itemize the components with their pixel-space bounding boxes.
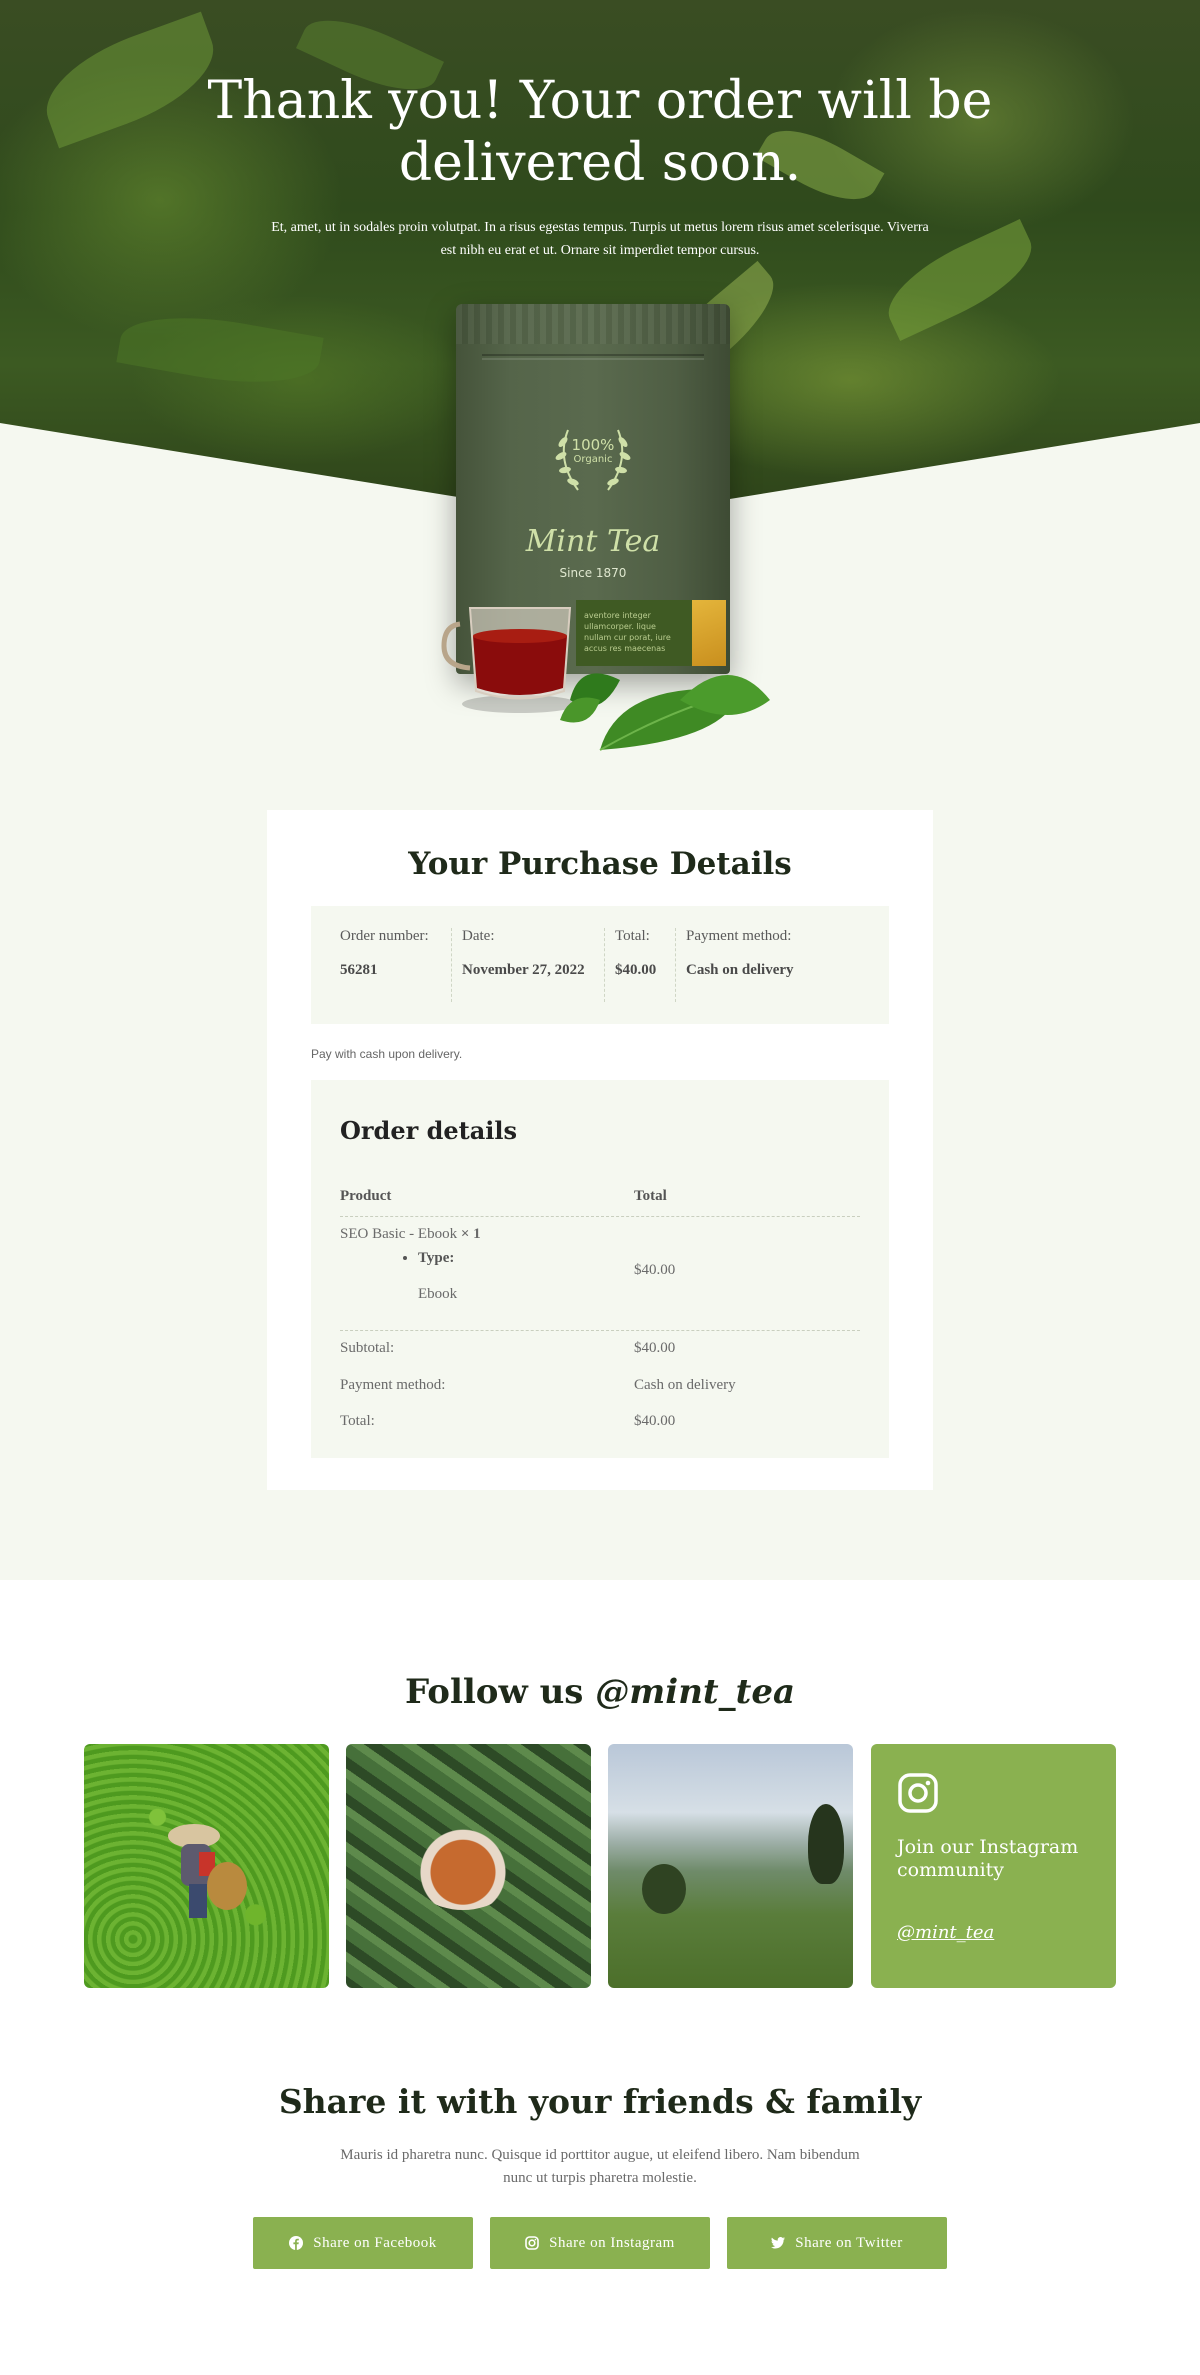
order-summary: Order number: 56281 Date: November 27, 2… <box>311 906 889 1024</box>
order-details-box: Order details Product Total SEO Basic - … <box>311 1080 889 1458</box>
facebook-icon <box>289 2236 304 2250</box>
order-item-total: $40.00 <box>634 1262 676 1278</box>
tea-picker-figure <box>168 1824 247 1918</box>
share-twitter-button[interactable]: Share on Twitter <box>727 2217 947 2269</box>
order-table-header: Product Total <box>340 1188 667 1204</box>
instagram-photo-tea-cup[interactable] <box>346 1744 591 1988</box>
order-details-title: Order details <box>340 1116 518 1145</box>
package-brand: Mint Tea <box>525 524 661 559</box>
organic-badge: 100% Organic <box>571 436 615 465</box>
tea-cup-image <box>441 607 578 713</box>
order-number: Order number: 56281 <box>340 928 429 978</box>
order-payment-method: Payment method: Cash on delivery <box>675 928 875 1002</box>
hero-subtitle: Et, amet, ut in sodales proin volutpat. … <box>271 220 929 258</box>
order-date: Date: November 27, 2022 <box>451 928 603 1002</box>
payment-note: Pay with cash upon delivery. <box>311 1047 463 1061</box>
share-title: Share it with your friends & family <box>278 2082 922 2121</box>
mint-leaves-image <box>560 673 770 751</box>
total-row: Total: $40.00 <box>340 1413 676 1429</box>
follow-handle: @mint_tea <box>595 1672 795 1712</box>
order-item-meta: Type: Ebook <box>418 1250 457 1303</box>
twitter-icon <box>771 2237 786 2249</box>
follow-title: Follow us @mint_tea <box>405 1672 795 1712</box>
instagram-handle-link[interactable]: @mint_tea <box>897 1922 994 1943</box>
instagram-photo-tea-picker[interactable] <box>84 1744 329 1988</box>
purchase-details-title: Your Purchase Details <box>408 846 792 882</box>
order-item-qty: × 1 <box>457 1226 481 1242</box>
order-item-name[interactable]: SEO Basic - Ebook <box>340 1226 457 1242</box>
hero-title: Thank you! Your order will be delivered … <box>207 71 993 193</box>
order-total: Total: $40.00 <box>604 928 674 1002</box>
share-subtitle: Mauris id pharetra nunc. Quisque id port… <box>340 2147 860 2186</box>
purchase-details-card: Your Purchase Details Order number: 5628… <box>267 810 933 1490</box>
instagram-small-icon <box>525 2236 539 2250</box>
instagram-join-tile[interactable]: Join our Instagram community @mint_tea <box>871 1744 1116 1988</box>
package-since: Since 1870 <box>559 566 627 580</box>
share-instagram-button[interactable]: Share on Instagram <box>490 2217 710 2269</box>
join-instagram-text: Join our Instagram community <box>897 1836 1079 1881</box>
order-item-row: SEO Basic - Ebook × 1 Type: Ebook $40.00 <box>340 1226 860 1326</box>
instagram-photo-tea-hills[interactable] <box>608 1744 853 1988</box>
share-facebook-button[interactable]: Share on Facebook <box>253 2217 473 2269</box>
instagram-icon <box>898 1773 938 1813</box>
payment-method-row: Payment method: Cash on delivery <box>340 1377 736 1393</box>
subtotal-row: Subtotal: $40.00 <box>340 1340 676 1356</box>
